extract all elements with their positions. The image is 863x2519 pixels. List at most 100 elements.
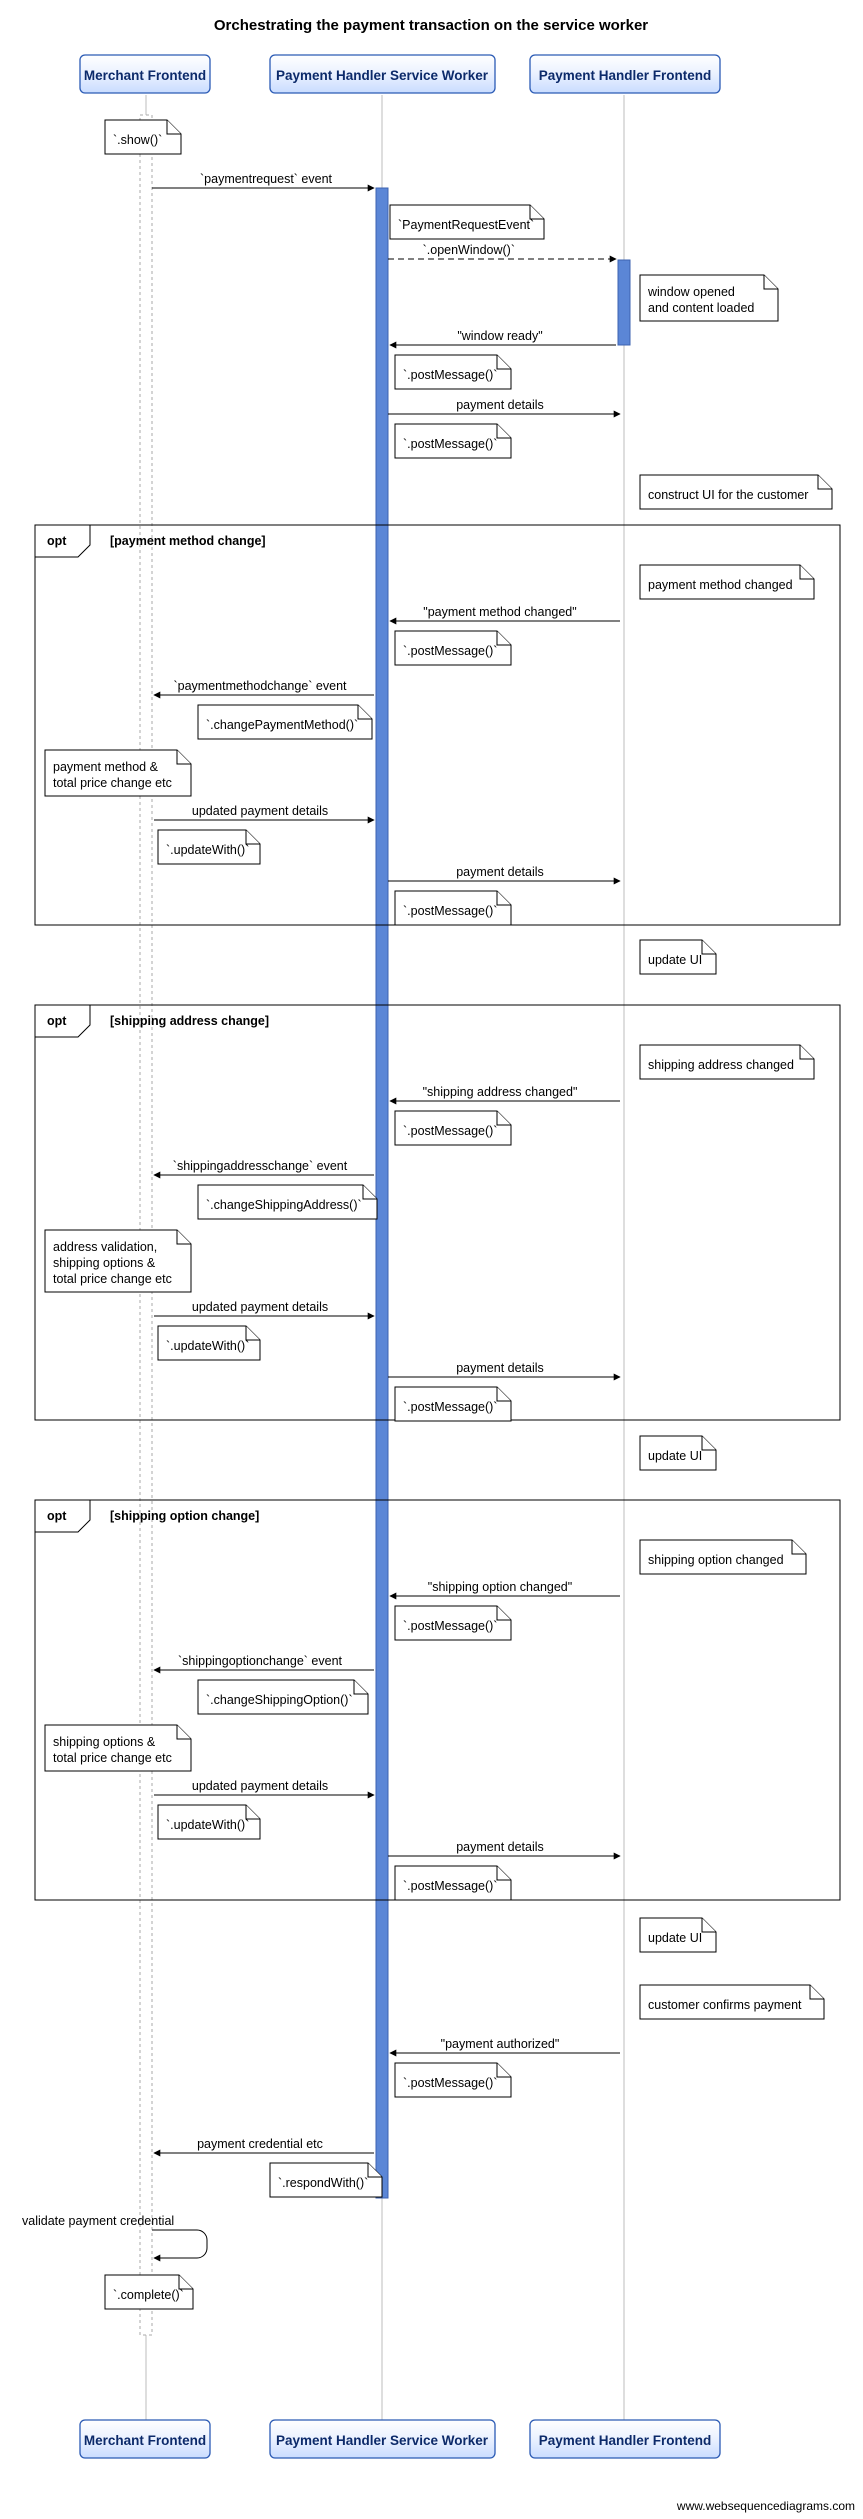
svg-text:update UI: update UI — [648, 953, 702, 967]
svg-text:update UI: update UI — [648, 1449, 702, 1463]
diagram-title: Orchestrating the payment transaction on… — [214, 17, 648, 34]
svg-text:Merchant Frontend: Merchant Frontend — [84, 2433, 206, 2448]
svg-text:shipping address changed: shipping address changed — [648, 1058, 794, 1072]
note-pm-total: payment method & total price change etc — [45, 750, 191, 796]
svg-text:shipping options &: shipping options & — [53, 1735, 156, 1749]
msg-pmchanged-label: "payment method changed" — [423, 605, 576, 619]
note-postmsg-3: `.postMessage()` — [395, 631, 511, 665]
svg-text:Payment Handler Frontend: Payment Handler Frontend — [539, 68, 712, 83]
svg-text:`.respondWith()`: `.respondWith()` — [278, 2176, 368, 2190]
participant-frontend-top: Payment Handler Frontend — [530, 55, 720, 93]
msg-updated2-label: updated payment details — [192, 1300, 328, 1314]
note-updateui-3: update UI — [640, 1918, 716, 1952]
activation-frontend-1 — [618, 260, 630, 345]
activation-sw — [376, 188, 388, 2198]
note-updatewith-2: `.updateWith()` — [158, 1326, 260, 1360]
note-updatewith-1: `.updateWith()` — [158, 830, 260, 864]
note-updateui-2: update UI — [640, 1436, 716, 1470]
svg-text:`.postMessage()`: `.postMessage()` — [403, 644, 497, 658]
svg-text:`.updateWith()`: `.updateWith()` — [166, 1339, 249, 1353]
svg-text:`.postMessage()`: `.postMessage()` — [403, 1400, 497, 1414]
svg-text:`.show()`: `.show()` — [113, 133, 162, 147]
note-window-loaded: window opened and content loaded — [640, 275, 778, 321]
svg-text:`.changeShippingAddress()`: `.changeShippingAddress()` — [206, 1198, 362, 1212]
msg-paymentdetails2-label: payment details — [456, 865, 544, 879]
msg-sachange-event-label: `shippingaddresschange` event — [173, 1159, 348, 1173]
msg-pmchange-event-label: `paymentmethodchange` event — [173, 679, 347, 693]
activation-merchant — [140, 115, 152, 2335]
msg-openwindow-label: `.openWindow()` — [423, 243, 515, 257]
msg-windowready-label: "window ready" — [457, 329, 542, 343]
opt-sa-guard: [shipping address change] — [110, 1014, 269, 1028]
sequence-diagram: Orchestrating the payment transaction on… — [0, 0, 863, 2519]
svg-text:`PaymentRequestEvent`: `PaymentRequestEvent` — [398, 218, 534, 232]
note-addrval: address validation, shipping options & t… — [45, 1230, 191, 1292]
svg-text:`.changePaymentMethod()`: `.changePaymentMethod()` — [206, 718, 358, 732]
participant-sw-bottom: Payment Handler Service Worker — [270, 2420, 495, 2458]
svg-text:total price change etc: total price change etc — [53, 1751, 172, 1765]
note-respondwith: `.respondWith()` — [270, 2163, 382, 2197]
msg-sochanged-label: "shipping option changed" — [428, 1580, 572, 1594]
note-so-changed-right: shipping option changed — [640, 1540, 806, 1574]
opt-pm-label: opt — [47, 534, 67, 548]
opt-pm-guard: [payment method change] — [110, 534, 266, 548]
note-changeSA: `.changeShippingAddress()` — [198, 1185, 377, 1219]
svg-text:shipping option changed: shipping option changed — [648, 1553, 784, 1567]
note-updateui-1: update UI — [640, 940, 716, 974]
note-so-total: shipping options & total price change et… — [45, 1725, 191, 1771]
msg-updated3-label: updated payment details — [192, 1779, 328, 1793]
note-customer-confirms: customer confirms payment — [640, 1985, 824, 2019]
svg-text:`.postMessage()`: `.postMessage()` — [403, 437, 497, 451]
note-postmsg-4: `.postMessage()` — [395, 891, 511, 925]
opt-so-label: opt — [47, 1509, 67, 1523]
msg-sochange-event-label: `shippingoptionchange` event — [178, 1654, 343, 1668]
msg-updated1-label: updated payment details — [192, 804, 328, 818]
svg-text:`.postMessage()`: `.postMessage()` — [403, 1619, 497, 1633]
participant-merchant-top: Merchant Frontend — [80, 55, 210, 93]
svg-text:shipping options &: shipping options & — [53, 1256, 156, 1270]
svg-text:window opened: window opened — [647, 285, 735, 299]
svg-text:total price change etc: total price change etc — [53, 776, 172, 790]
svg-text:`.postMessage()`: `.postMessage()` — [403, 2076, 497, 2090]
note-pm-changed-right: payment method changed — [640, 565, 814, 599]
note-show: `.show()` — [105, 120, 181, 154]
msg-sachanged-label: "shipping address changed" — [423, 1085, 578, 1099]
note-postmsg-1: `.postMessage()` — [395, 355, 511, 389]
msg-paymentdetails4-label: payment details — [456, 1840, 544, 1854]
svg-text:`.postMessage()`: `.postMessage()` — [403, 1124, 497, 1138]
note-postmsg-5: `.postMessage()` — [395, 1111, 511, 1145]
note-updatewith-3: `.updateWith()` — [158, 1805, 260, 1839]
note-postmsg-9: `.postMessage()` — [395, 2063, 511, 2097]
msg-paycred-label: payment credential etc — [197, 2137, 323, 2151]
note-postmsg-8: `.postMessage()` — [395, 1866, 511, 1900]
note-complete: `.complete()` — [105, 2275, 193, 2309]
note-changeSO: `.changeShippingOption()` — [198, 1680, 368, 1714]
msg-paymentauth-label: "payment authorized" — [441, 2037, 560, 2051]
svg-text:construct UI for the customer: construct UI for the customer — [648, 488, 808, 502]
svg-text:`.postMessage()`: `.postMessage()` — [403, 1879, 497, 1893]
opt-sa-label: opt — [47, 1014, 67, 1028]
svg-text:Payment Handler Service Worker: Payment Handler Service Worker — [276, 68, 489, 83]
participant-sw-top: Payment Handler Service Worker — [270, 55, 495, 93]
svg-text:`.updateWith()`: `.updateWith()` — [166, 1818, 249, 1832]
note-changePM: `.changePaymentMethod()` — [198, 705, 372, 739]
msg-paymentrequest-label: `paymentrequest` event — [200, 172, 333, 186]
svg-text:total price change etc: total price change etc — [53, 1272, 172, 1286]
svg-text:`.changeShippingOption()`: `.changeShippingOption()` — [206, 1693, 353, 1707]
note-sa-changed-right: shipping address changed — [640, 1045, 814, 1079]
msg-validate-label: validate payment credential — [22, 2214, 174, 2228]
svg-text:address validation,: address validation, — [53, 1240, 157, 1254]
svg-text:Merchant Frontend: Merchant Frontend — [84, 68, 206, 83]
note-construct-ui: construct UI for the customer — [640, 475, 832, 509]
note-postmsg-6: `.postMessage()` — [395, 1387, 511, 1421]
watermark: www.websequencediagrams.com — [676, 2499, 855, 2513]
svg-text:`.updateWith()`: `.updateWith()` — [166, 843, 249, 857]
msg-paymentdetails1-label: payment details — [456, 398, 544, 412]
svg-text:update UI: update UI — [648, 1931, 702, 1945]
msg-validate — [152, 2230, 207, 2258]
svg-text:Payment Handler Frontend: Payment Handler Frontend — [539, 2433, 712, 2448]
svg-text:payment method changed: payment method changed — [648, 578, 793, 592]
svg-text:`.postMessage()`: `.postMessage()` — [403, 904, 497, 918]
svg-text:`.postMessage()`: `.postMessage()` — [403, 368, 497, 382]
svg-text:payment method &: payment method & — [53, 760, 159, 774]
